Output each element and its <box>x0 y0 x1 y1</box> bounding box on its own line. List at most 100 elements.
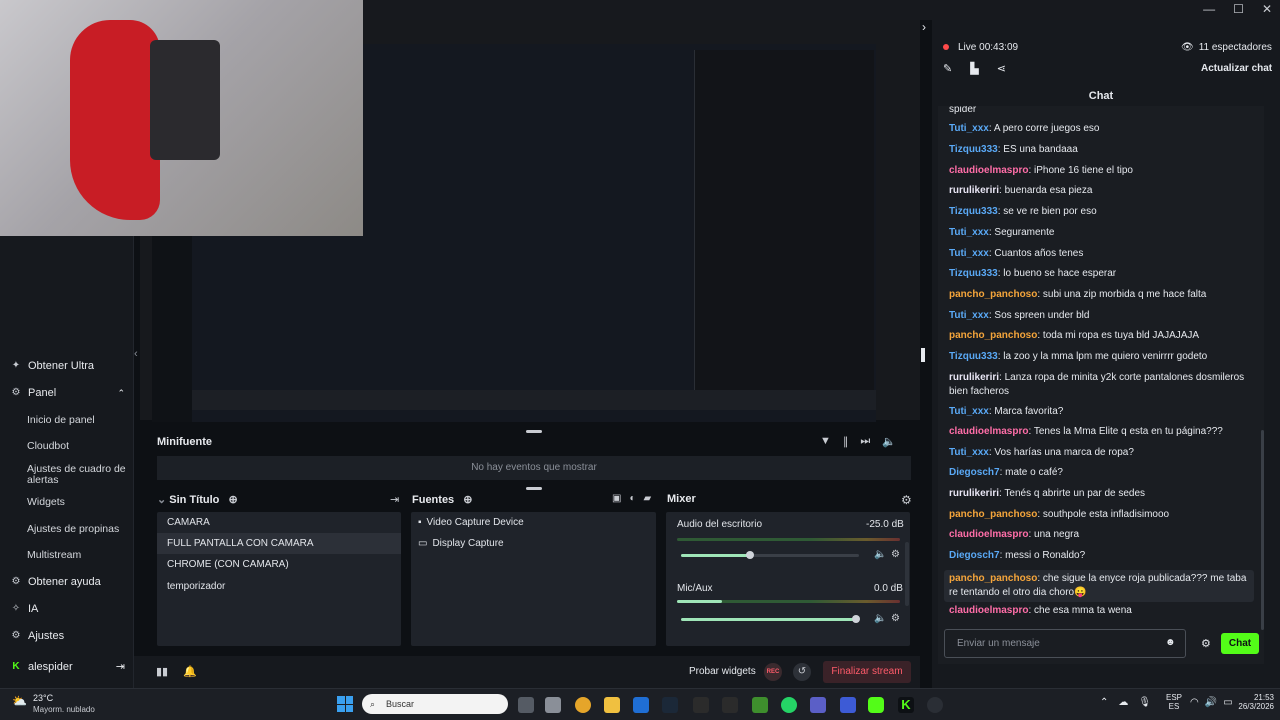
sidebar-item-panel[interactable]: ⚙ Panel ⌃ <box>10 387 125 399</box>
speaker-icon[interactable]: 🔈 <box>874 549 886 560</box>
chat-username[interactable]: rurulikeriri <box>949 185 999 196</box>
filter-icon[interactable]: ▼ <box>820 435 831 448</box>
weather-temp[interactable]: 23°C <box>33 693 53 703</box>
user-profile[interactable]: Kalespider ⇥ <box>10 660 125 674</box>
chat-username[interactable]: Tizquu333 <box>949 206 998 217</box>
bell-icon[interactable]: 🔔 <box>183 665 197 678</box>
volume-slider-fill[interactable] <box>681 618 859 621</box>
chat-message[interactable]: Tizquu333: la zoo y la mma lpm me quiero… <box>949 350 1249 364</box>
source-item[interactable]: ▭ Display Capture <box>418 538 504 549</box>
chat-username[interactable]: claudioelmaspro <box>949 426 1028 437</box>
kick-icon[interactable]: K <box>898 697 914 713</box>
pause-icon[interactable]: ∥ <box>843 435 849 448</box>
chat-message[interactable]: Tuti_xxx: Marca favorita? <box>949 405 1249 419</box>
chat-username[interactable]: pancho_panchoso <box>949 289 1037 300</box>
test-widgets-button[interactable]: Probar widgets <box>689 666 756 677</box>
chat-message[interactable]: Tuti_xxx: A pero corre juegos eso <box>949 122 1249 136</box>
scene-item[interactable]: temporizador <box>157 576 401 597</box>
chat-message[interactable]: Diegosch7: mate o café? <box>949 466 1249 480</box>
chat-username[interactable]: Diegosch7 <box>949 550 1000 561</box>
chevron-up-icon[interactable]: ⌃ <box>1100 697 1108 708</box>
chat-message[interactable]: claudioelmaspro: che esa mma ta wena <box>949 604 1249 618</box>
scene-item[interactable]: CAMARA <box>157 512 401 533</box>
chat-message[interactable]: Tuti_xxx: Vos harías una marca de ropa? <box>949 446 1249 460</box>
chrome-icon[interactable] <box>575 697 591 713</box>
file-explorer-icon[interactable] <box>604 697 620 713</box>
chat-message[interactable]: pancho_panchoso: toda mi ropa es tuya bl… <box>949 329 1249 343</box>
chat-message[interactable]: Tuti_xxx: Cuantos años tenes <box>949 247 1249 261</box>
add-source-icon[interactable]: ⊕ <box>463 494 472 506</box>
steam-icon[interactable] <box>662 697 678 713</box>
app-icon[interactable] <box>722 697 738 713</box>
chat-username[interactable]: claudioelmaspro <box>949 605 1028 616</box>
drag-handle[interactable] <box>526 430 542 433</box>
mixer-scrollbar[interactable] <box>905 542 909 606</box>
logout-icon[interactable]: ⇥ <box>116 660 125 673</box>
skip-icon[interactable]: ⏭ <box>860 435 870 448</box>
source-item[interactable]: ▪ Video Capture Device <box>418 517 524 528</box>
chevron-right-icon[interactable]: › <box>922 20 926 34</box>
chat-scrollbar[interactable] <box>1261 430 1264 630</box>
chat-username[interactable]: Tuti_xxx <box>949 406 989 417</box>
chat-message-highlighted[interactable]: pancho_panchoso: che sigue la enyce roja… <box>944 570 1254 602</box>
wifi-icon[interactable]: ◠ <box>1190 697 1199 708</box>
chat-username[interactable]: claudioelmaspro <box>949 165 1028 176</box>
sidebar-item-get-help[interactable]: ⚙ Obtener ayuda <box>10 576 101 588</box>
add-scene-icon[interactable]: ⊕ <box>228 494 237 506</box>
minimize-button[interactable]: — <box>1203 2 1215 16</box>
send-chat-button[interactable]: Chat <box>1221 633 1259 654</box>
chat-message[interactable]: Tizquu333: se ve re bien por eso <box>949 205 1249 219</box>
scene-item[interactable]: CHROME (CON CAMARA) <box>157 554 401 575</box>
chat-username[interactable]: rurulikeriri <box>949 372 999 383</box>
clock[interactable]: 21:53 26/3/2026 <box>1228 693 1274 711</box>
rec-button[interactable]: REC <box>764 663 782 681</box>
mic-icon[interactable]: 🎙 <box>1138 697 1151 708</box>
finish-stream-button[interactable]: Finalizar stream <box>823 661 911 683</box>
chat-message[interactable]: claudioelmaspro: Tenes la Mma Elite q es… <box>949 425 1249 439</box>
replay-icon[interactable]: ↺ <box>793 663 811 681</box>
chat-message[interactable]: Tuti_xxx: Sos spreen under bld <box>949 309 1249 323</box>
language-indicator[interactable]: ESP ES <box>1166 693 1182 711</box>
task-view-icon[interactable] <box>518 697 534 713</box>
volume-slider-knob[interactable] <box>852 615 860 623</box>
chat-message[interactable]: Tizquu333: lo bueno se hace esperar <box>949 267 1249 281</box>
sources-toggle-icon[interactable]: ⇥ <box>390 493 399 506</box>
streamlabs-icon[interactable] <box>868 697 884 713</box>
clip-icon[interactable]: ▙ <box>970 62 978 75</box>
chat-username[interactable]: pancho_panchoso <box>949 330 1037 341</box>
chat-username[interactable]: claudioelmaspro <box>949 529 1028 540</box>
chat-message[interactable]: Tizquu333: ES una bandaaa <box>949 143 1249 157</box>
source-settings-icon[interactable]: ▣ <box>612 493 621 504</box>
drag-handle-2[interactable] <box>526 487 542 490</box>
refresh-chat-button[interactable]: Actualizar chat <box>1201 63 1272 74</box>
store-icon[interactable] <box>545 697 561 713</box>
chat-message[interactable]: Tuti_xxx: Seguramente <box>949 226 1249 240</box>
weather-icon[interactable]: ⛅ <box>12 694 27 708</box>
chat-message[interactable]: rurulikeriri: buenarda esa pieza <box>949 184 1249 198</box>
teams-icon[interactable] <box>810 697 826 713</box>
chat-settings-icon[interactable]: ⚙ <box>1201 637 1211 650</box>
collapse-left-icon[interactable]: ‹ <box>134 348 138 360</box>
chat-username[interactable]: pancho_panchoso <box>949 573 1037 584</box>
chat-message[interactable]: claudioelmaspro: una negra <box>949 528 1249 542</box>
taskbar-search[interactable]: ⌕ Buscar <box>362 694 508 714</box>
chat-username[interactable]: rurulikeriri <box>949 488 999 499</box>
speaker-icon[interactable]: 🔈 <box>874 613 886 624</box>
chat-message[interactable]: claudioelmaspro: iPhone 16 tiene el tipo <box>949 164 1249 178</box>
channel-settings-icon[interactable]: ⚙ <box>891 549 900 560</box>
sidebar-item-alert-box[interactable]: Ajustes de cuadro de alertas <box>27 464 127 486</box>
sidebar-item-tips[interactable]: Ajustes de propinas <box>27 524 127 535</box>
edit-icon[interactable]: ✎ <box>943 62 952 75</box>
volume-icon[interactable]: 🔊 <box>1205 697 1217 708</box>
chat-message[interactable]: pancho_panchoso: subi una zip morbida q … <box>949 288 1249 302</box>
channel-settings-icon[interactable]: ⚙ <box>891 613 900 624</box>
folder-icon[interactable]: ▰ <box>644 493 652 504</box>
epic-games-icon[interactable] <box>693 697 709 713</box>
sidebar-item-get-ultra[interactable]: ✦ Obtener Ultra <box>10 360 94 372</box>
sidebar-item-ai[interactable]: ✧ IA <box>10 603 39 615</box>
windows-start-icon[interactable] <box>337 696 353 712</box>
chat-username[interactable]: Tuti_xxx <box>949 123 989 134</box>
outlook-icon[interactable] <box>633 697 649 713</box>
sidebar-item-settings[interactable]: ⚙ Ajustes <box>10 630 65 642</box>
cloud-icon[interactable]: ☁ <box>1118 697 1128 708</box>
